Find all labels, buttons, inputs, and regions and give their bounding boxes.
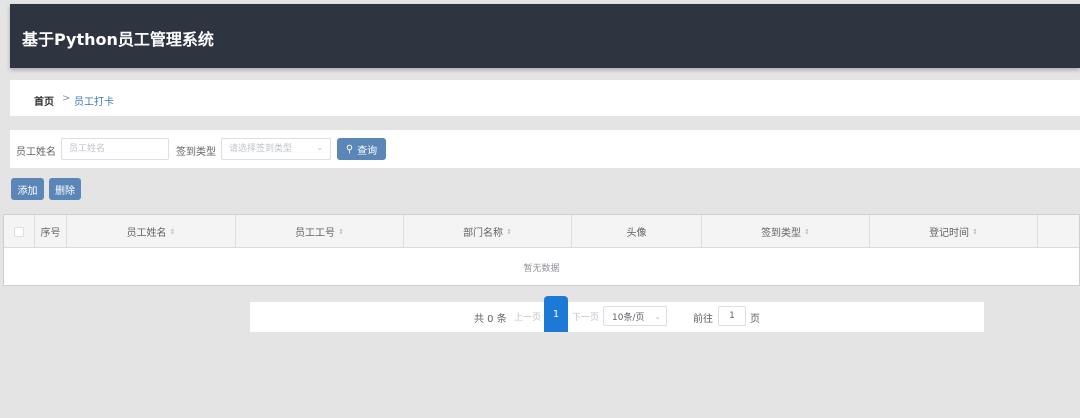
sort-icon[interactable]: ⇕	[170, 228, 176, 235]
column-header[interactable]: 登记时间 ⇕	[870, 215, 1038, 248]
page-size-value: 10条/页	[612, 312, 645, 323]
select-all-cell	[4, 215, 35, 248]
column-header[interactable]: 员工姓名 ⇕	[67, 215, 236, 248]
sort-icon[interactable]: ⇕	[338, 228, 344, 235]
column-header-operations	[1038, 215, 1079, 248]
app-title: 基于Python员工管理系统	[22, 30, 214, 49]
select-all-checkbox[interactable]	[14, 226, 24, 237]
query-button[interactable]: ⚲ 查询	[337, 138, 386, 160]
page-word: 页	[750, 314, 760, 325]
page-size-select[interactable]: 10条/页 ⌄	[603, 306, 667, 326]
breadcrumb-separator: >	[62, 93, 71, 104]
breadcrumb: 首页 > 员工打卡	[10, 80, 1080, 116]
column-header: 序号	[35, 215, 67, 248]
next-page-button[interactable]: 下一页	[572, 310, 599, 323]
app-header: 基于Python员工管理系统	[10, 4, 1080, 68]
type-label: 签到类型	[176, 147, 216, 158]
name-search-input[interactable]	[61, 138, 169, 160]
delete-button[interactable]: 删除	[49, 178, 81, 200]
data-table: 序号 员工姓名 ⇕ 员工工号 ⇕ 部门名称 ⇕ 头像 签到类型 ⇕ 登记时间 ⇕ 暂无数据	[3, 214, 1080, 286]
column-header[interactable]: 部门名称 ⇕	[404, 215, 572, 248]
add-button[interactable]: 添加	[11, 178, 44, 200]
goto-label: 前往	[693, 314, 713, 325]
pagination: 共 0 条 上一页 1 下一页 10条/页 ⌄ 前往 页	[250, 296, 984, 332]
type-select[interactable]	[221, 138, 331, 160]
sort-icon[interactable]: ⇕	[506, 228, 512, 235]
column-header[interactable]: 员工工号 ⇕	[236, 215, 404, 248]
breadcrumb-home[interactable]: 首页	[34, 93, 54, 108]
name-label: 员工姓名	[16, 147, 56, 158]
goto-page-input[interactable]	[718, 306, 746, 326]
query-button-label: 查询	[357, 145, 378, 157]
column-header[interactable]: 签到类型 ⇕	[702, 215, 870, 248]
column-header: 头像	[572, 215, 702, 248]
sort-icon[interactable]: ⇕	[804, 228, 810, 235]
search-bar: 员工姓名 签到类型 ⌄ ⚲ 查询	[10, 130, 1080, 168]
chevron-down-icon: ⌄	[316, 143, 324, 153]
prev-page-button[interactable]: 上一页	[514, 310, 541, 323]
total-count: 共 0 条	[474, 314, 507, 325]
sort-icon[interactable]: ⇕	[972, 228, 978, 235]
chevron-down-icon: ⌄	[654, 311, 661, 321]
breadcrumb-current: 员工打卡	[74, 97, 114, 108]
page-number-current[interactable]: 1	[544, 296, 568, 332]
search-icon: ⚲	[345, 143, 354, 155]
table-header: 序号 员工姓名 ⇕ 员工工号 ⇕ 部门名称 ⇕ 头像 签到类型 ⇕ 登记时间 ⇕	[4, 215, 1079, 248]
empty-state: 暂无数据	[523, 263, 560, 274]
